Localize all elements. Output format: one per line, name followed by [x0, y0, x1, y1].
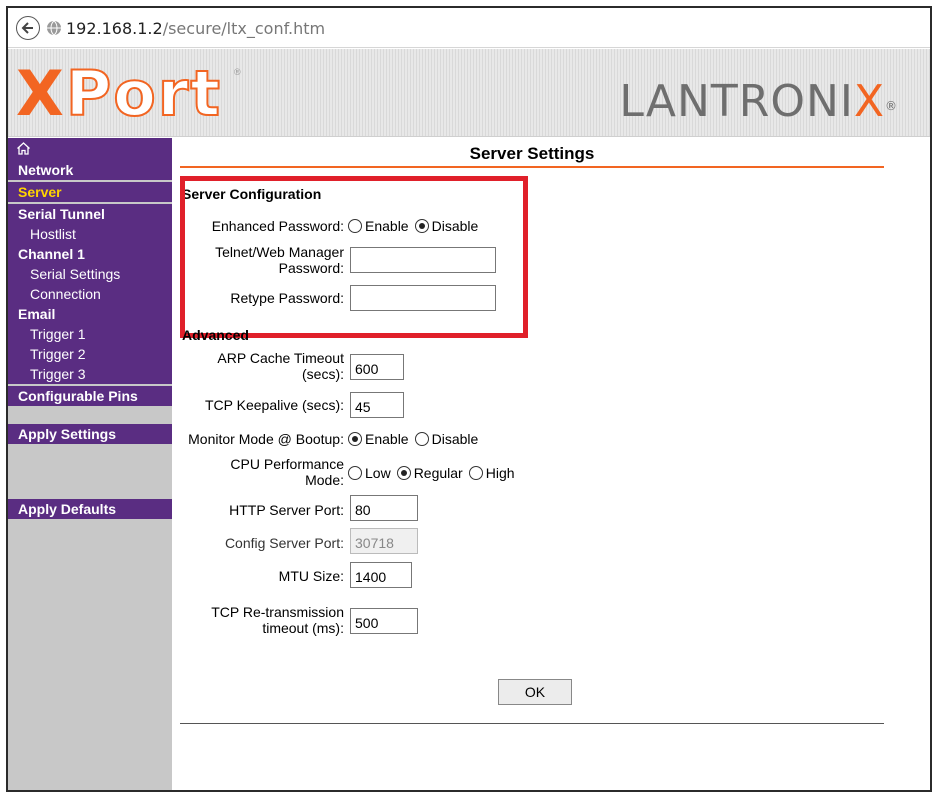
- sidebar-menu: Network Server Serial Tunnel Hostlist Ch…: [8, 160, 172, 406]
- cpu-low-radio[interactable]: [348, 466, 362, 480]
- enhanced-password-enable-radio[interactable]: [348, 219, 362, 233]
- apply-settings-link[interactable]: Apply Settings: [8, 424, 172, 444]
- radio-label: Regular: [413, 465, 463, 481]
- retype-password-label: Retype Password:: [230, 290, 344, 306]
- sidebar-item-serial-tunnel[interactable]: Serial Tunnel: [8, 204, 172, 224]
- cpu-performance-label: CPU Performance Mode:: [182, 456, 344, 488]
- radio-label: High: [485, 465, 515, 481]
- header-banner: XPort ® LANTRONIX®: [8, 49, 930, 137]
- sidebar-item-server[interactable]: Server: [8, 182, 172, 202]
- sidebar-item-channel-1[interactable]: Channel 1: [8, 244, 172, 264]
- lantronix-registered-mark: ®: [885, 99, 898, 113]
- arp-cache-timeout-input[interactable]: [350, 354, 404, 380]
- home-link[interactable]: [8, 138, 172, 160]
- lantronix-logo-text: LANTRONI: [619, 76, 854, 127]
- advanced-heading: Advanced: [182, 327, 249, 343]
- sidebar-item-email[interactable]: Email: [8, 304, 172, 324]
- enhanced-password-label: Enhanced Password:: [211, 218, 344, 234]
- lantronix-logo: LANTRONIX®: [619, 77, 898, 127]
- url-field[interactable]: 192.168.1.2/secure/ltx_conf.htm: [66, 19, 325, 38]
- sidebar-item-trigger-2[interactable]: Trigger 2: [8, 344, 172, 364]
- url-path: /secure/ltx_conf.htm: [162, 19, 326, 38]
- tcp-keepalive-label: TCP Keepalive (secs):: [204, 397, 344, 413]
- arp-label-line1: ARP Cache Timeout: [217, 350, 344, 366]
- tcp-retransmission-label: TCP Re-transmission timeout (ms):: [182, 604, 344, 636]
- address-bar: 192.168.1.2/secure/ltx_conf.htm: [8, 8, 930, 48]
- mtu-size-input[interactable]: [350, 562, 412, 588]
- cpu-performance-radio-group: Low Regular High: [348, 465, 521, 481]
- url-host: 192.168.1.2: [66, 19, 163, 38]
- page-title: Server Settings: [469, 144, 595, 163]
- radio-label: Enable: [365, 431, 409, 447]
- sidebar-item-configurable-pins[interactable]: Configurable Pins: [8, 386, 172, 406]
- telnet-password-label: Telnet/Web Manager Password:: [182, 244, 344, 276]
- sidebar-item-hostlist[interactable]: Hostlist: [8, 224, 172, 244]
- ok-button[interactable]: OK: [498, 679, 572, 705]
- lantronix-logo-x: X: [853, 76, 885, 127]
- http-server-port-label: HTTP Server Port:: [229, 502, 344, 518]
- bottom-divider: [180, 723, 884, 724]
- radio-label: Enable: [365, 218, 409, 234]
- radio-label: Disable: [431, 431, 479, 447]
- back-arrow-icon: [21, 22, 33, 34]
- radio-label: Disable: [431, 218, 479, 234]
- browser-window: 192.168.1.2/secure/ltx_conf.htm XPort ® …: [6, 6, 932, 792]
- xport-registered-mark: ®: [234, 67, 241, 77]
- main-content: Server Settings Server Configuration Enh…: [172, 138, 930, 790]
- home-icon: [17, 142, 30, 155]
- retype-password-input[interactable]: [350, 285, 496, 311]
- tcp-retransmission-input[interactable]: [350, 608, 418, 634]
- xport-logo-x: X: [16, 57, 66, 130]
- http-server-port-input[interactable]: [350, 495, 418, 521]
- sidebar-item-network[interactable]: Network: [8, 160, 172, 180]
- xport-logo: XPort: [16, 57, 223, 130]
- monitor-mode-radio-group: Enable Disable: [348, 431, 484, 447]
- sidebar-item-trigger-1[interactable]: Trigger 1: [8, 324, 172, 344]
- enhanced-password-radio-group: Enable Disable: [348, 218, 484, 234]
- telnet-password-label-line1: Telnet/Web Manager: [215, 244, 344, 260]
- cpu-label-line2: Mode:: [305, 472, 344, 488]
- radio-label: Low: [365, 465, 391, 481]
- apply-defaults-block: Apply Defaults: [8, 499, 172, 519]
- monitor-mode-label: Monitor Mode @ Bootup:: [188, 431, 344, 447]
- config-server-port-input: [350, 528, 418, 554]
- sidebar-item-connection[interactable]: Connection: [8, 284, 172, 304]
- tcp-retrans-label-line1: TCP Re-transmission: [211, 604, 344, 620]
- back-button[interactable]: [16, 16, 40, 40]
- server-configuration-heading: Server Configuration: [182, 186, 322, 202]
- title-divider: [180, 166, 884, 168]
- mtu-size-label: MTU Size:: [278, 568, 344, 584]
- sidebar: Network Server Serial Tunnel Hostlist Ch…: [8, 138, 172, 790]
- telnet-password-input[interactable]: [350, 247, 496, 273]
- telnet-password-label-line2: Password:: [278, 260, 344, 276]
- enhanced-password-disable-radio[interactable]: [414, 219, 429, 233]
- cpu-high-radio[interactable]: [468, 466, 483, 480]
- cpu-regular-radio[interactable]: [396, 466, 411, 480]
- arp-label-line2: (secs):: [302, 366, 344, 382]
- apply-settings-block: Apply Settings: [8, 424, 172, 444]
- globe-icon: [47, 20, 61, 36]
- apply-defaults-link[interactable]: Apply Defaults: [8, 499, 172, 519]
- monitor-mode-disable-radio[interactable]: [414, 432, 429, 446]
- monitor-mode-enable-radio[interactable]: [348, 432, 362, 446]
- config-server-port-label: Config Server Port:: [224, 535, 344, 551]
- sidebar-item-trigger-3[interactable]: Trigger 3: [8, 364, 172, 384]
- sidebar-item-serial-settings[interactable]: Serial Settings: [8, 264, 172, 284]
- tcp-retrans-label-line2: timeout (ms):: [262, 620, 344, 636]
- xport-logo-port: Port: [65, 57, 223, 130]
- tcp-keepalive-input[interactable]: [350, 392, 404, 418]
- cpu-label-line1: CPU Performance: [230, 456, 344, 472]
- arp-cache-timeout-label: ARP Cache Timeout (secs):: [182, 350, 344, 382]
